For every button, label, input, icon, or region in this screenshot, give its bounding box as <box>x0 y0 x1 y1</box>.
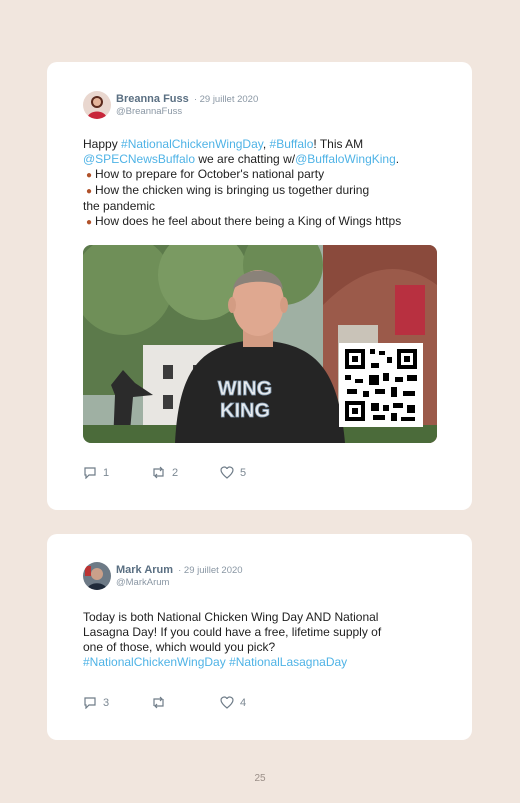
author-handle[interactable]: @MarkArum <box>116 577 169 588</box>
page-number: 25 <box>254 773 266 784</box>
hashtag-link[interactable]: #Buffalo <box>270 137 314 151</box>
author-name[interactable]: Breanna Fuss <box>116 93 189 105</box>
author-name[interactable]: Mark Arum <box>116 564 173 576</box>
retweet-icon <box>153 466 164 479</box>
hashtag-link[interactable]: #NationalChickenWingDay <box>121 137 263 151</box>
mention-link[interactable]: @BuffaloWingKing <box>295 152 396 166</box>
qr-code <box>339 343 423 427</box>
chicken-wing-icon: ● <box>85 170 93 181</box>
reply-count: 1 <box>103 466 110 479</box>
shirt-text-line1: WING <box>218 378 272 400</box>
reply-icon <box>84 697 96 710</box>
text-segment: , <box>262 137 270 151</box>
tweet-date: · 29 juillet 2020 <box>178 565 243 576</box>
text-segment: Today is both National Chicken Wing Day … <box>83 610 379 624</box>
hashtag-link[interactable]: #NationalChickenWingDay <box>83 655 226 669</box>
retweet-icon <box>153 696 164 709</box>
text-segment: one of those, which would you pick? <box>83 640 276 654</box>
avatar[interactable] <box>83 562 111 590</box>
text-segment: Happy <box>83 137 122 151</box>
text-segment: Lasagna Day! If you could have a free, l… <box>83 625 382 639</box>
like-button[interactable]: 5 <box>220 466 246 479</box>
reply-button[interactable]: 3 <box>83 696 110 710</box>
text-segment: the pandemic <box>83 199 156 213</box>
author-handle[interactable]: @BreannaFuss <box>116 106 182 117</box>
heart-icon <box>220 466 234 479</box>
shirt-text-line2: KING <box>220 400 270 422</box>
chicken-wing-icon: ● <box>85 217 93 228</box>
reply-icon <box>84 467 96 480</box>
reply-button[interactable]: 1 <box>83 466 110 480</box>
retweet-count: 2 <box>172 466 179 479</box>
text-segment: ! This AM <box>313 137 364 151</box>
tweet-text: Happy #NationalChickenWingDay, #Buffalo!… <box>83 137 443 230</box>
hashtag-link[interactable]: #NationalLasagnaDay <box>229 655 347 669</box>
text-segment: How the chicken wing is bringing us toge… <box>95 183 370 197</box>
author-line: Breanna Fuss · 29 juillet 2020 <box>116 93 258 105</box>
text-segment: . <box>395 152 400 166</box>
like-count: 5 <box>240 466 247 479</box>
text-segment: How does he feel about there being a Kin… <box>95 214 402 228</box>
mention-link[interactable]: @SPECNewsBuffalo <box>83 152 195 166</box>
like-count: 4 <box>240 696 247 709</box>
avatar[interactable] <box>83 91 111 119</box>
retweet-button[interactable] <box>151 696 172 709</box>
tweet-date: · 29 juillet 2020 <box>193 94 259 105</box>
author-line: Mark Arum · 29 juillet 2020 <box>116 564 243 576</box>
text-segment: How to prepare for October's national pa… <box>95 167 325 181</box>
tweet-card: Breanna Fuss · 29 juillet 2020 @BreannaF… <box>47 62 472 510</box>
retweet-button[interactable]: 2 <box>151 466 178 479</box>
like-button[interactable]: 4 <box>220 696 246 709</box>
heart-icon <box>220 696 234 709</box>
tweet-media[interactable]: WING KING <box>83 245 437 443</box>
tweet-card: Mark Arum · 29 juillet 2020 @MarkArum To… <box>47 534 472 740</box>
tweet-text: Today is both National Chicken Wing Day … <box>83 610 443 670</box>
reply-count: 3 <box>103 696 110 709</box>
text-segment: we are chatting w/ <box>195 152 296 166</box>
chicken-wing-icon: ● <box>85 186 93 197</box>
